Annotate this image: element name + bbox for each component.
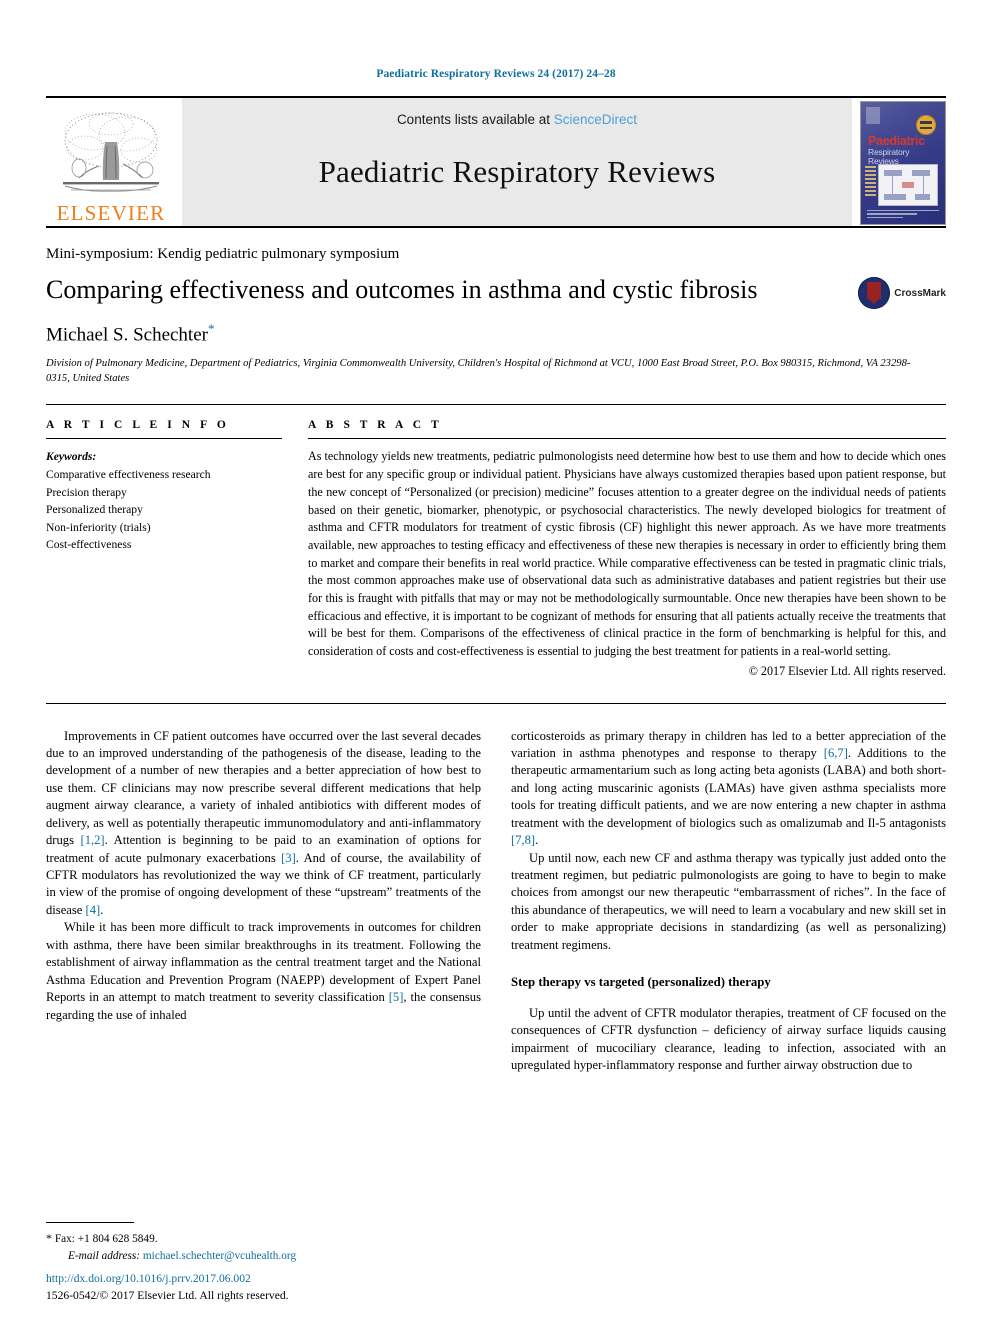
journal-cover-thumbnail: Paediatric Respiratory Reviews xyxy=(860,101,946,225)
footnote-fax-text: Fax: +1 804 628 5849. xyxy=(54,1233,158,1246)
body-left-column: Improvements in CF patient outcomes have… xyxy=(46,728,481,1075)
cover-sidebar-lines xyxy=(865,166,876,196)
page-title: Comparing effectiveness and outcomes in … xyxy=(46,275,758,304)
running-head: Paediatric Respiratory Reviews 24 (2017)… xyxy=(376,68,616,80)
footer-doi-block: http://dx.doi.org/10.1016/j.prrv.2017.06… xyxy=(46,1271,566,1305)
abstract-heading: A B S T R A C T xyxy=(308,419,443,432)
author-footnote-marker[interactable]: * xyxy=(208,321,215,336)
paragraph: Up until the advent of CFTR modulator th… xyxy=(511,1005,946,1073)
abstract-column: A B S T R A C T As technology yields new… xyxy=(308,419,946,680)
citation-ref[interactable]: [6,7] xyxy=(824,746,848,760)
sciencedirect-link[interactable]: ScienceDirect xyxy=(554,112,637,127)
body-right-column: corticosteroids as primary therapy in ch… xyxy=(511,728,946,1075)
journal-band: Contents lists available at ScienceDirec… xyxy=(182,98,852,226)
masthead-bottom-rule xyxy=(46,226,946,228)
paragraph: Up until now, each new CF and asthma the… xyxy=(511,850,946,952)
crossmark-label: CrossMark xyxy=(894,287,946,299)
journal-title: Paediatric Respiratory Reviews xyxy=(318,154,716,189)
body-columns: Improvements in CF patient outcomes have… xyxy=(46,728,946,1075)
cover-footer-lines xyxy=(867,209,939,220)
citation-ref[interactable]: [5] xyxy=(389,990,404,1004)
info-top-rule xyxy=(46,404,946,406)
footnote-email: E-mail address: michael.schechter@vcuhea… xyxy=(46,1248,466,1265)
abstract-rule xyxy=(308,438,946,440)
author-affiliation: Division of Pulmonary Medicine, Departme… xyxy=(46,358,911,385)
cover-face-icon xyxy=(916,115,936,135)
issn-copyright-line: 1526-0542/© 2017 Elsevier Ltd. All right… xyxy=(46,1289,289,1303)
contents-prefix: Contents lists available at xyxy=(396,112,554,127)
info-abstract-area: A R T I C L E I N F O Keywords: Comparat… xyxy=(46,419,946,680)
cover-title: Paediatric xyxy=(868,134,925,148)
keyword-item: Precision therapy xyxy=(46,485,127,499)
email-label: E-mail address: xyxy=(68,1250,141,1263)
keyword-item: Non-inferiority (trials) xyxy=(46,520,151,534)
cover-elsevier-mark xyxy=(866,107,880,124)
title-row: Comparing effectiveness and outcomes in … xyxy=(46,275,946,309)
article-info-rule xyxy=(46,438,282,440)
journal-masthead: ELSEVIER Contents lists available at Sci… xyxy=(46,96,946,226)
cover-diagram xyxy=(878,164,938,206)
section-heading: Step therapy vs targeted (personalized) … xyxy=(511,975,771,990)
citation-ref[interactable]: [7,8] xyxy=(511,833,535,847)
footnote-marker: * xyxy=(46,1231,52,1246)
citation-ref[interactable]: [1,2] xyxy=(81,833,105,847)
body-top-rule xyxy=(46,702,946,704)
elsevier-logo: ELSEVIER xyxy=(46,98,176,226)
footnote-block: * Fax: +1 804 628 5849. E-mail address: … xyxy=(46,1222,466,1265)
article-info-column: A R T I C L E I N F O Keywords: Comparat… xyxy=(46,419,308,680)
crossmark-badge[interactable]: CrossMark xyxy=(858,277,946,309)
paragraph-text: Improvements in CF patient outcomes have… xyxy=(46,728,481,848)
footnote-fax: * Fax: +1 804 628 5849. xyxy=(46,1229,466,1248)
paragraph-text: . xyxy=(100,902,104,917)
paragraph: Improvements in CF patient outcomes have… xyxy=(46,728,481,920)
elsevier-wordmark: ELSEVIER xyxy=(56,201,166,225)
keyword-item: Personalized therapy xyxy=(46,503,143,517)
paragraph: While it has been more difficult to trac… xyxy=(46,919,481,1024)
article-info-heading: A R T I C L E I N F O xyxy=(46,419,230,432)
abstract-text: As technology yields new treatments, ped… xyxy=(308,449,946,659)
crossmark-icon xyxy=(858,277,891,309)
doi-link[interactable]: http://dx.doi.org/10.1016/j.prrv.2017.06… xyxy=(46,1271,566,1288)
keyword-item: Comparative effectiveness research xyxy=(46,468,211,481)
footnote-rule xyxy=(46,1222,134,1224)
email-link[interactable]: michael.schechter@vcuhealth.org xyxy=(143,1250,296,1262)
abstract-copyright: © 2017 Elsevier Ltd. All rights reserved… xyxy=(748,663,946,678)
cover-subtitle: Respiratory Reviews xyxy=(868,147,910,166)
paragraph-text: . xyxy=(535,833,539,848)
author-text: Michael S. Schechter xyxy=(46,324,208,346)
elsevier-tree-icon xyxy=(55,106,167,202)
keyword-item: Cost-effectiveness xyxy=(46,538,132,552)
paragraph: corticosteroids as primary therapy in ch… xyxy=(511,728,946,850)
keywords-label: Keywords: xyxy=(46,450,97,464)
symposium-line: Mini-symposium: Kendig pediatric pulmona… xyxy=(46,246,400,262)
author-name: Michael S. Schechter* xyxy=(46,321,946,346)
contents-available-line: Contents lists available at ScienceDirec… xyxy=(397,112,637,127)
citation-ref[interactable]: [4] xyxy=(86,903,101,917)
article-page: Paediatric Respiratory Reviews 24 (2017)… xyxy=(0,0,992,1323)
citation-ref[interactable]: [3] xyxy=(281,851,296,865)
